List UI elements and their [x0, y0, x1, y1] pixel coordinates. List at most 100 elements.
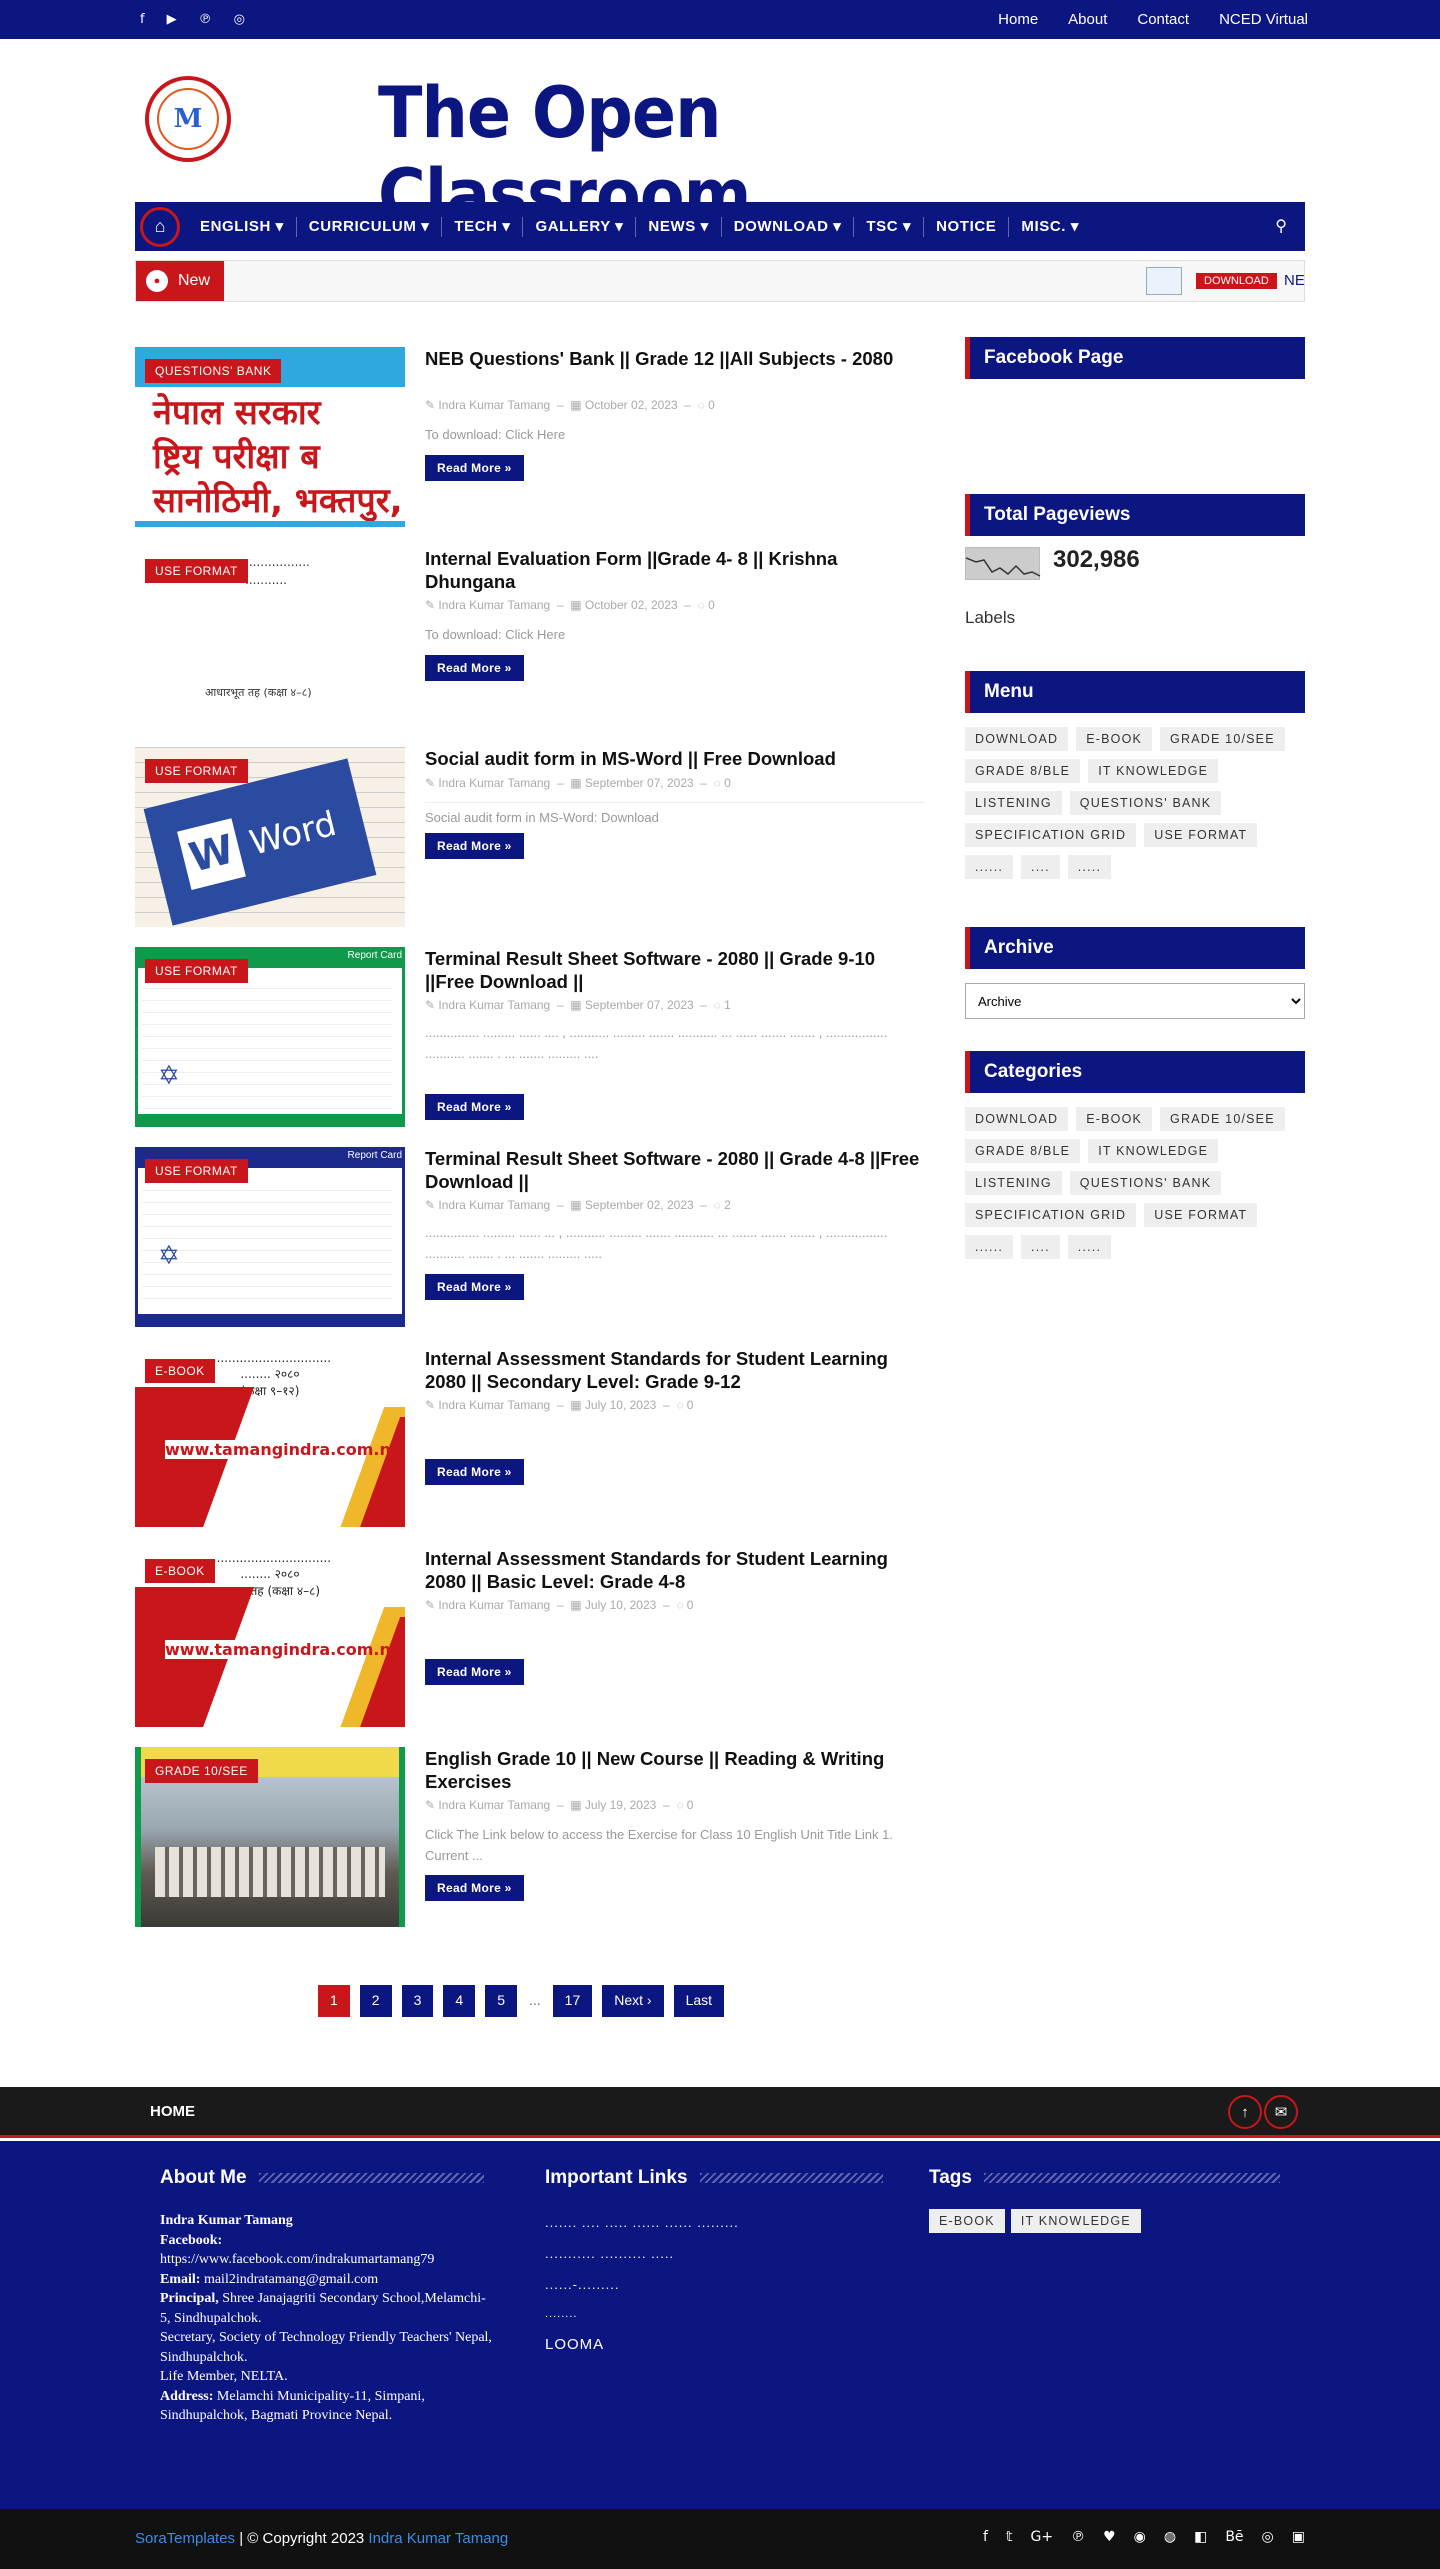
instagram-icon[interactable]: ◎	[234, 12, 245, 27]
page-17[interactable]: 17	[552, 1985, 593, 2017]
read-more-button[interactable]: Read More »	[425, 1094, 524, 1120]
template-credit-link[interactable]: SoraTemplates	[135, 2530, 235, 2547]
instagram-icon[interactable]: ◎	[1262, 2529, 1274, 2545]
post-comments[interactable]: 0	[708, 598, 715, 612]
tag-grade-8-ble[interactable]: GRADE 8/BLE	[965, 759, 1081, 783]
site-logo[interactable]: M	[145, 76, 231, 162]
important-link[interactable]: ........... .......... .....	[545, 2246, 739, 2261]
post-title[interactable]: English Grade 10 || New Course || Readin…	[425, 1747, 925, 1793]
post-author[interactable]: Indra Kumar Tamang	[438, 1798, 550, 1812]
twitter-icon[interactable]: 𝕥	[1006, 2529, 1013, 2545]
post-author[interactable]: Indra Kumar Tamang	[438, 1398, 550, 1412]
read-more-button[interactable]: Read More »	[425, 833, 524, 859]
facebook-icon[interactable]: f	[140, 12, 145, 27]
tag-nepali-1[interactable]: ......	[965, 855, 1014, 879]
page-2[interactable]: 2	[359, 1985, 392, 2017]
post-label[interactable]: E-BOOK	[145, 1559, 215, 1583]
ticker-text[interactable]: NE	[1284, 272, 1304, 289]
home-icon[interactable]: ⌂	[140, 206, 180, 247]
post-label[interactable]: USE FORMAT	[145, 559, 248, 583]
important-link[interactable]: ........	[545, 2308, 739, 2320]
footer-tag-e-book[interactable]: E-BOOK	[929, 2209, 1005, 2233]
next-page-button[interactable]: Next ›	[602, 1985, 664, 2017]
post-label[interactable]: QUESTIONS' BANK	[145, 359, 282, 383]
category-use-format[interactable]: USE FORMAT	[1144, 1203, 1258, 1227]
category-download[interactable]: DOWNLOAD	[965, 1107, 1069, 1131]
post-author[interactable]: Indra Kumar Tamang	[438, 598, 550, 612]
nav-tsc[interactable]: TSC ▾	[854, 216, 925, 237]
important-link-looma[interactable]: LOOMA	[545, 2336, 739, 2353]
nav-gallery[interactable]: GALLERY ▾	[523, 216, 637, 237]
category-questions-bank[interactable]: QUESTIONS' BANK	[1069, 1171, 1222, 1195]
page-5[interactable]: 5	[485, 1985, 517, 2017]
scroll-top-icon[interactable]: ↑	[1228, 2095, 1262, 2129]
rss-icon[interactable]: ◉	[1134, 2529, 1146, 2545]
post-label[interactable]: USE FORMAT	[145, 1159, 248, 1183]
post-title[interactable]: Terminal Result Sheet Software - 2080 ||…	[425, 947, 925, 993]
page-3[interactable]: 3	[401, 1985, 434, 2017]
dribbble-icon[interactable]: ◍	[1164, 2529, 1176, 2545]
delicious-icon[interactable]: ▣	[1292, 2529, 1305, 2545]
post-title[interactable]: Internal Evaluation Form ||Grade 4- 8 ||…	[425, 547, 925, 593]
category-listening[interactable]: LISTENING	[965, 1171, 1062, 1195]
category-nepali-1[interactable]: ......	[965, 1235, 1014, 1259]
post-title[interactable]: Terminal Result Sheet Software - 2080 ||…	[425, 1147, 925, 1193]
post-label[interactable]: E-BOOK	[145, 1359, 215, 1383]
facebook-icon[interactable]: f	[983, 2529, 988, 2545]
tag-e-book[interactable]: E-BOOK	[1076, 727, 1153, 751]
footer-home-link[interactable]: HOME	[150, 2103, 195, 2120]
post-title[interactable]: Social audit form in MS-Word || Free Dow…	[425, 747, 925, 770]
post-author[interactable]: Indra Kumar Tamang	[438, 1198, 550, 1212]
important-link[interactable]: ....... .... ..... ...... ...... .......…	[545, 2215, 739, 2230]
tag-nepali-3[interactable]: .....	[1067, 855, 1112, 879]
page-1[interactable]: 1	[318, 1985, 350, 2017]
read-more-button[interactable]: Read More »	[425, 455, 524, 481]
post-title[interactable]: Internal Assessment Standards for Studen…	[425, 1347, 925, 1393]
post-author[interactable]: Indra Kumar Tamang	[438, 1598, 550, 1612]
category-nepali-3[interactable]: .....	[1067, 1235, 1112, 1259]
post-comments[interactable]: 0	[687, 1798, 694, 1812]
post-comments[interactable]: 0	[708, 398, 715, 412]
category-it-knowledge[interactable]: IT KNOWLEDGE	[1088, 1139, 1219, 1163]
read-more-button[interactable]: Read More »	[425, 1875, 524, 1901]
tag-specification-grid[interactable]: SPECIFICATION GRID	[965, 823, 1137, 847]
footer-tag-it-knowledge[interactable]: IT KNOWLEDGE	[1010, 2209, 1141, 2233]
nav-download[interactable]: DOWNLOAD ▾	[722, 216, 855, 237]
category-nepali-2[interactable]: ....	[1021, 1235, 1060, 1259]
post-comments[interactable]: 2	[724, 1198, 731, 1212]
post-comments[interactable]: 0	[724, 776, 731, 790]
archive-select[interactable]: Archive	[965, 983, 1305, 1019]
post-author[interactable]: Indra Kumar Tamang	[438, 998, 550, 1012]
post-title[interactable]: Internal Assessment Standards for Studen…	[425, 1547, 925, 1593]
behance-icon[interactable]: Bē	[1225, 2529, 1243, 2545]
read-more-button[interactable]: Read More »	[425, 1274, 524, 1300]
mail-icon[interactable]: ✉	[1264, 2095, 1298, 2129]
page-4[interactable]: 4	[443, 1985, 476, 2017]
top-nav-about[interactable]: About	[1068, 11, 1107, 28]
read-more-button[interactable]: Read More »	[425, 655, 524, 681]
top-nav-home[interactable]: Home	[998, 11, 1038, 28]
nav-misc[interactable]: MISC. ▾	[1009, 217, 1091, 237]
nav-notice[interactable]: NOTICE	[924, 216, 1010, 237]
last-page-button[interactable]: Last	[673, 1985, 725, 2017]
important-link[interactable]: ......-.........	[545, 2277, 739, 2292]
category-grade-8-ble[interactable]: GRADE 8/BLE	[965, 1139, 1081, 1163]
ticker-badge[interactable]: DOWNLOAD	[1196, 273, 1277, 289]
pinterest-icon[interactable]: ℗	[199, 12, 212, 27]
tag-questions-bank[interactable]: QUESTIONS' BANK	[1069, 791, 1222, 815]
youtube-icon[interactable]: ▶	[167, 12, 177, 27]
post-label[interactable]: USE FORMAT	[145, 959, 248, 983]
category-grade-10-see[interactable]: GRADE 10/SEE	[1160, 1107, 1285, 1131]
category-specification-grid[interactable]: SPECIFICATION GRID	[965, 1203, 1137, 1227]
search-icon[interactable]: ⚲	[1275, 216, 1287, 236]
google-plus-icon[interactable]: G+	[1031, 2529, 1054, 2545]
post-label[interactable]: GRADE 10/SEE	[145, 1759, 258, 1783]
vimeo-icon[interactable]: ◧	[1194, 2529, 1207, 2545]
facebook-url[interactable]: https://www.facebook.com/indrakumartaman…	[160, 2252, 434, 2267]
tag-grade-10-see[interactable]: GRADE 10/SEE	[1160, 727, 1285, 751]
post-comments[interactable]: 0	[687, 1598, 694, 1612]
pinterest-icon[interactable]: ℗	[1071, 2529, 1085, 2545]
email-address[interactable]: mail2indratamang@gmail.com	[204, 2272, 378, 2287]
category-e-book[interactable]: E-BOOK	[1076, 1107, 1153, 1131]
post-label[interactable]: USE FORMAT	[145, 759, 248, 783]
